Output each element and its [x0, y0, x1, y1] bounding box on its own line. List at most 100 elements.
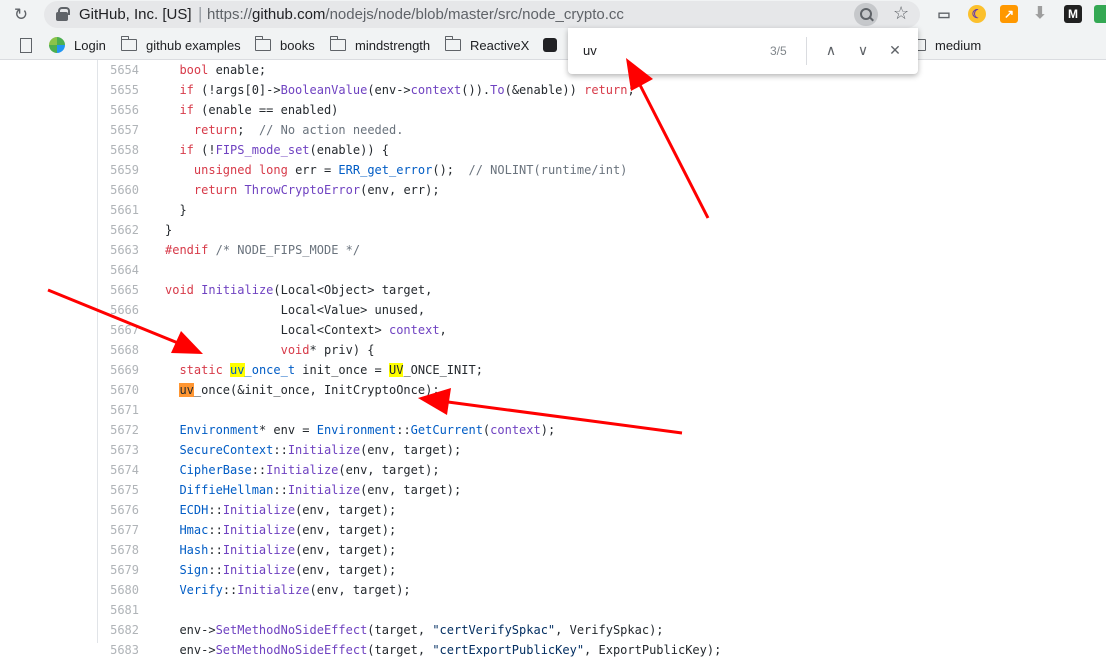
line-number[interactable]: 5672 — [98, 420, 139, 440]
line-number[interactable]: 5678 — [98, 540, 139, 560]
code-text: Local<Value> unused, — [165, 300, 425, 320]
line-number[interactable]: 5662 — [98, 220, 139, 240]
line-number[interactable]: 5680 — [98, 580, 139, 600]
address-bar[interactable]: GitHub, Inc. [US] | https://github.com/n… — [44, 1, 920, 28]
find-match-count: 3/5 — [770, 44, 787, 58]
line-number[interactable]: 5677 — [98, 520, 139, 540]
line-number[interactable]: 5667 — [98, 320, 139, 340]
code-line: 5670 uv_once(&init_once, InitCryptoOnce)… — [98, 380, 1106, 400]
lock-icon-body — [56, 12, 68, 21]
code-text: Verify::Initialize(env, target); — [165, 580, 411, 600]
code-text: SecureContext::Initialize(env, target); — [165, 440, 461, 460]
m-extension-icon[interactable]: M — [1064, 5, 1082, 23]
code-text: CipherBase::Initialize(env, target); — [165, 460, 440, 480]
find-previous-icon[interactable]: ∧ — [820, 40, 842, 62]
code-text: uv_once(&init_once, InitCryptoOnce); — [165, 380, 440, 400]
code-text: void Initialize(Local<Object> target, — [165, 280, 432, 300]
line-number[interactable]: 5676 — [98, 500, 139, 520]
code-text: env->SetMethodNoSideEffect(target, "cert… — [165, 640, 721, 660]
line-number[interactable]: 5682 — [98, 620, 139, 640]
line-number[interactable]: 5663 — [98, 240, 139, 260]
code-line: 5658 if (!FIPS_mode_set(enable)) { — [98, 140, 1106, 160]
reload-icon[interactable]: ↻ — [10, 5, 32, 25]
document-icon — [20, 38, 32, 53]
code-line: 5665 void Initialize(Local<Object> target… — [98, 280, 1106, 300]
code-line: 5678 Hash::Initialize(env, target); — [98, 540, 1106, 560]
url-path: /nodejs/node/blob/master/src/node_crypto… — [325, 6, 624, 23]
bookmark-star-icon[interactable]: ☆ — [893, 3, 909, 24]
code-text: return; // No action needed. — [165, 120, 403, 140]
chart-extension-icon[interactable]: ↗ — [1000, 5, 1018, 23]
line-number[interactable]: 5657 — [98, 120, 139, 140]
bookmark-mindstrength[interactable]: mindstrength — [330, 36, 430, 54]
code-line: 5659 unsigned long err = ERR_get_error()… — [98, 160, 1106, 180]
line-number[interactable]: 5664 — [98, 260, 139, 280]
code-line: 5680 Verify::Initialize(env, target); — [98, 580, 1106, 600]
login-site-icon — [49, 37, 65, 53]
bookmark-reactivex[interactable]: ReactiveX — [445, 36, 529, 54]
download-extension-icon[interactable]: ⬇ — [1031, 5, 1049, 23]
line-number[interactable]: 5666 — [98, 300, 139, 320]
line-number[interactable]: 5671 — [98, 400, 139, 420]
code-line: 5675 DiffieHellman::Initialize(env, targ… — [98, 480, 1106, 500]
browser-toolbar: ↻ GitHub, Inc. [US] | https://github.com… — [0, 0, 1106, 30]
line-number[interactable]: 5665 — [98, 280, 139, 300]
line-number[interactable]: 5661 — [98, 200, 139, 220]
line-number[interactable]: 5660 — [98, 180, 139, 200]
line-number[interactable]: 5668 — [98, 340, 139, 360]
code-view: 5654 bool enable;5655 if (!args[0]->Bool… — [97, 60, 1106, 643]
line-number[interactable]: 5683 — [98, 640, 139, 660]
find-in-page-icon[interactable] — [854, 3, 878, 26]
code-line: 5672 Environment* env = Environment::Get… — [98, 420, 1106, 440]
line-number[interactable]: 5669 — [98, 360, 139, 380]
bookmark-books[interactable]: books — [255, 36, 315, 54]
line-number[interactable]: 5679 — [98, 560, 139, 580]
code-line: 5671 — [98, 400, 1106, 420]
code-text: bool enable; — [165, 60, 266, 80]
line-number[interactable]: 5670 — [98, 380, 139, 400]
moon-extension-icon[interactable]: ☾ — [968, 5, 986, 23]
code-line: 5656 if (enable == enabled) — [98, 100, 1106, 120]
code-text: } — [165, 220, 172, 240]
code-line: 5666 Local<Value> unused, — [98, 300, 1106, 320]
line-number[interactable]: 5681 — [98, 600, 139, 620]
green-extension-icon[interactable] — [1094, 5, 1106, 23]
code-text: Hmac::Initialize(env, target); — [165, 520, 396, 540]
line-number[interactable]: 5655 — [98, 80, 139, 100]
bookmark-github-examples[interactable]: github examples — [121, 36, 241, 54]
find-input[interactable] — [583, 43, 763, 58]
line-number[interactable]: 5654 — [98, 60, 139, 80]
code-line: 5681 — [98, 600, 1106, 620]
find-next-icon[interactable]: ∨ — [852, 40, 874, 62]
code-line: 5668 void* priv) { — [98, 340, 1106, 360]
folder-icon — [121, 39, 137, 51]
code-line: 5673 SecureContext::Initialize(env, targ… — [98, 440, 1106, 460]
line-number[interactable]: 5658 — [98, 140, 139, 160]
line-number[interactable]: 5656 — [98, 100, 139, 120]
find-divider — [806, 37, 807, 65]
line-number[interactable]: 5675 — [98, 480, 139, 500]
code-line: 5663#endif /* NODE_FIPS_MODE */ — [98, 240, 1106, 260]
find-match-highlight: uv — [230, 363, 244, 377]
code-line: 5664 — [98, 260, 1106, 280]
code-line: 5655 if (!args[0]->BooleanValue(env->con… — [98, 80, 1106, 100]
bookmark-document[interactable] — [20, 36, 41, 54]
code-text: Environment* env = Environment::GetCurre… — [165, 420, 555, 440]
line-number[interactable]: 5673 — [98, 440, 139, 460]
code-line: 5676 ECDH::Initialize(env, target); — [98, 500, 1106, 520]
code-text: return ThrowCryptoError(env, err); — [165, 180, 440, 200]
folder-icon — [255, 39, 271, 51]
bookmark-partial-icon[interactable] — [543, 36, 557, 54]
cast-icon[interactable]: ▭ — [935, 5, 953, 23]
code-text: Sign::Initialize(env, target); — [165, 560, 396, 580]
code-line: 5662} — [98, 220, 1106, 240]
url-text[interactable]: https://github.com/nodejs/node/blob/mast… — [207, 6, 624, 23]
close-icon[interactable]: ✕ — [884, 40, 906, 62]
line-number[interactable]: 5674 — [98, 460, 139, 480]
line-number[interactable]: 5659 — [98, 160, 139, 180]
find-bar: 3/5 ∧ ∨ ✕ — [568, 28, 918, 74]
code-text: Hash::Initialize(env, target); — [165, 540, 396, 560]
folder-icon — [445, 39, 461, 51]
bookmark-medium[interactable]: medium — [910, 36, 981, 54]
bookmark-login[interactable]: Login — [49, 36, 106, 54]
